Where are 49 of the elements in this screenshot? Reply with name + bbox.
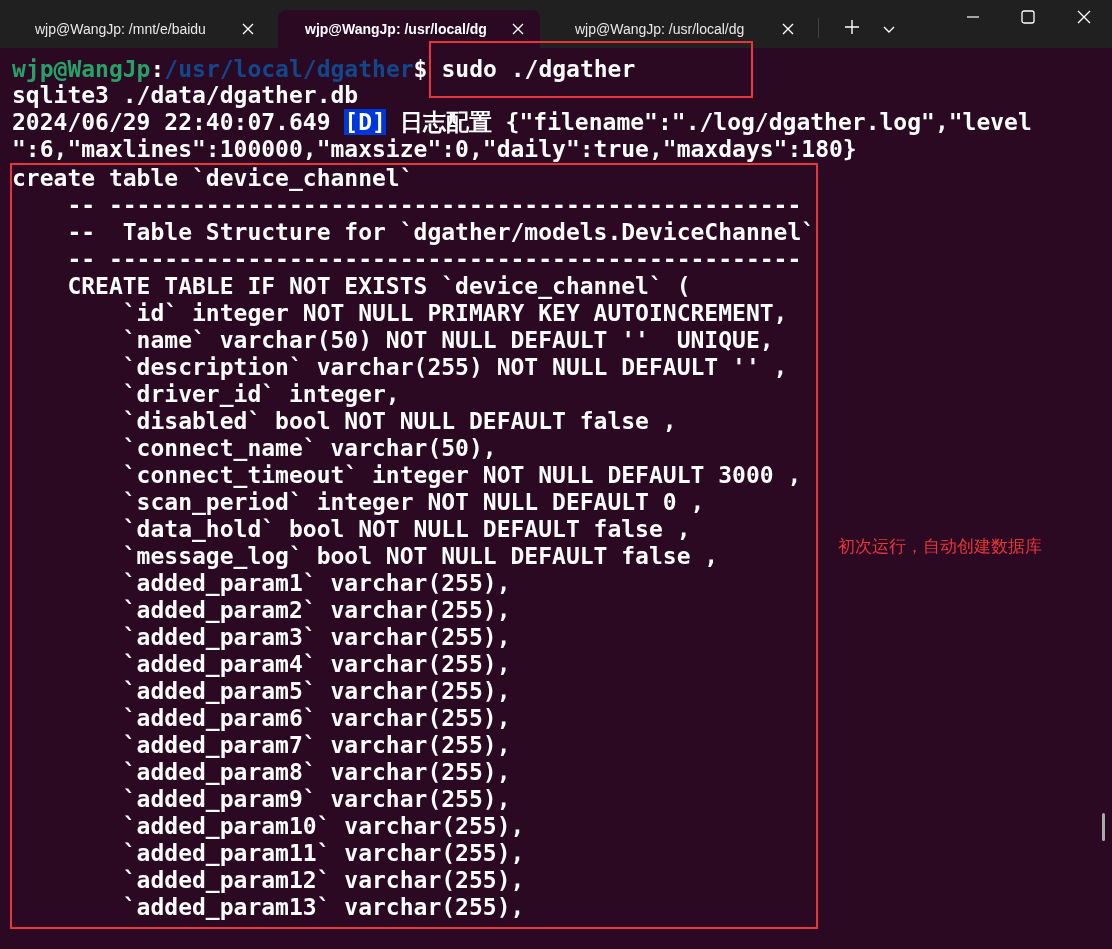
output-line: ":6,"maxlines":100000,"maxsize":0,"daily":true,"maxdays":180} — [12, 136, 858, 163]
sql-line: `added_param8` varchar(255), — [121, 759, 512, 786]
sql-line: -- Table Structure for `dgather/models.DeviceChannel` — [66, 219, 816, 246]
command-text: sudo ./dgather — [429, 41, 754, 98]
sql-line: `data_hold` bool NOT NULL DEFAULT false , — [121, 516, 692, 543]
sql-line: `id` integer NOT NULL PRIMARY KEY AUTOINCREMENT, — [121, 300, 789, 327]
sql-line: `added_param5` varchar(255), — [121, 678, 512, 705]
close-icon[interactable] — [782, 23, 794, 35]
sql-line: -- -------------------------------------------------- — [66, 192, 803, 219]
sql-line: `description` varchar(255) NOT NULL DEFAULT '' , — [121, 354, 789, 381]
sql-line: CREATE TABLE IF NOT EXISTS `device_channel` ( — [66, 273, 692, 300]
sql-line: `added_param1` varchar(255), — [121, 570, 512, 597]
sql-line: `added_param3` varchar(255), — [121, 624, 512, 651]
prompt-user: wjp@WangJp — [12, 56, 151, 82]
sql-line: `added_param9` varchar(255), — [121, 786, 512, 813]
sql-line: `added_param7` varchar(255), — [121, 732, 512, 759]
scrollbar-thumb[interactable] — [1102, 813, 1105, 841]
log-message: 日志配置 {"filename":"./log/dgather.log","level — [399, 109, 1032, 135]
sql-line: `added_param4` varchar(255), — [121, 651, 512, 678]
close-icon[interactable] — [1077, 10, 1091, 24]
sql-line: `added_param13` varchar(255), — [121, 894, 526, 921]
maximize-icon[interactable] — [1021, 10, 1035, 24]
terminal-tab[interactable]: wjp@WangJp: /mnt/e/baidu — [8, 10, 270, 48]
prompt-path: /usr/local/dgather — [164, 56, 414, 82]
close-icon[interactable] — [242, 23, 254, 35]
sql-line: `message_log` bool NOT NULL DEFAULT false , — [121, 543, 720, 570]
sql-line: `added_param6` varchar(255), — [121, 705, 512, 732]
close-icon[interactable] — [512, 23, 524, 35]
prompt-separator: : — [150, 56, 165, 82]
sql-line: `disabled` bool NOT NULL DEFAULT false , — [121, 408, 678, 435]
prompt-symbol: $ — [413, 56, 428, 82]
sql-line: create table `device_channel` — [12, 165, 415, 192]
chevron-down-icon[interactable] — [883, 26, 895, 34]
terminal-tab[interactable]: wjp@WangJp: /usr/local/dg — [278, 10, 540, 48]
sql-line: `added_param12` varchar(255), — [121, 867, 526, 894]
output-line: sqlite3 ./data/dgather.db — [12, 82, 360, 109]
log-level-badge: [D] — [344, 109, 386, 135]
sql-line: `scan_period` integer NOT NULL DEFAULT 0 , — [121, 489, 706, 516]
sql-line: `connect_timeout` integer NOT NULL DEFAULT 3000 , — [121, 462, 803, 489]
plus-icon[interactable] — [845, 20, 859, 34]
log-time: 2024/06/29 22:40:07.649 — [12, 109, 331, 135]
sql-line: `added_param2` varchar(255), — [121, 597, 512, 624]
sql-line: `driver_id` integer, — [121, 381, 401, 408]
sql-line: `connect_name` varchar(50), — [121, 435, 498, 462]
sql-line: `name` varchar(50) NOT NULL DEFAULT '' UNIQUE, — [121, 327, 775, 354]
annotation-note: 初次运行，自动创建数据库 — [838, 534, 1042, 558]
sql-line: `added_param11` varchar(255), — [121, 840, 526, 867]
sql-line: `added_param10` varchar(255), — [121, 813, 526, 840]
sql-line: -- -------------------------------------------------- — [66, 246, 803, 273]
